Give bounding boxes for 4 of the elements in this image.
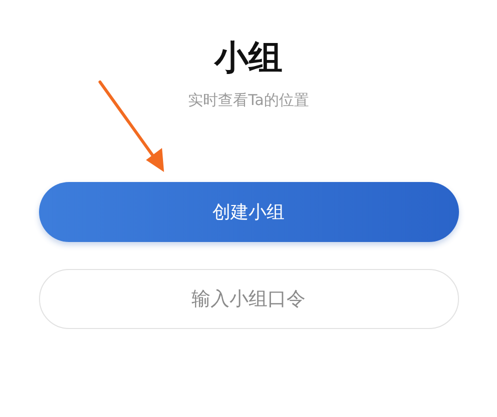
create-group-button[interactable]: 创建小组 [38,182,458,242]
page-title: 小组 [214,38,282,78]
page-subtitle: 实时查看Ta的位置 [188,90,309,110]
enter-code-button[interactable]: 输入小组口令 [38,269,458,329]
